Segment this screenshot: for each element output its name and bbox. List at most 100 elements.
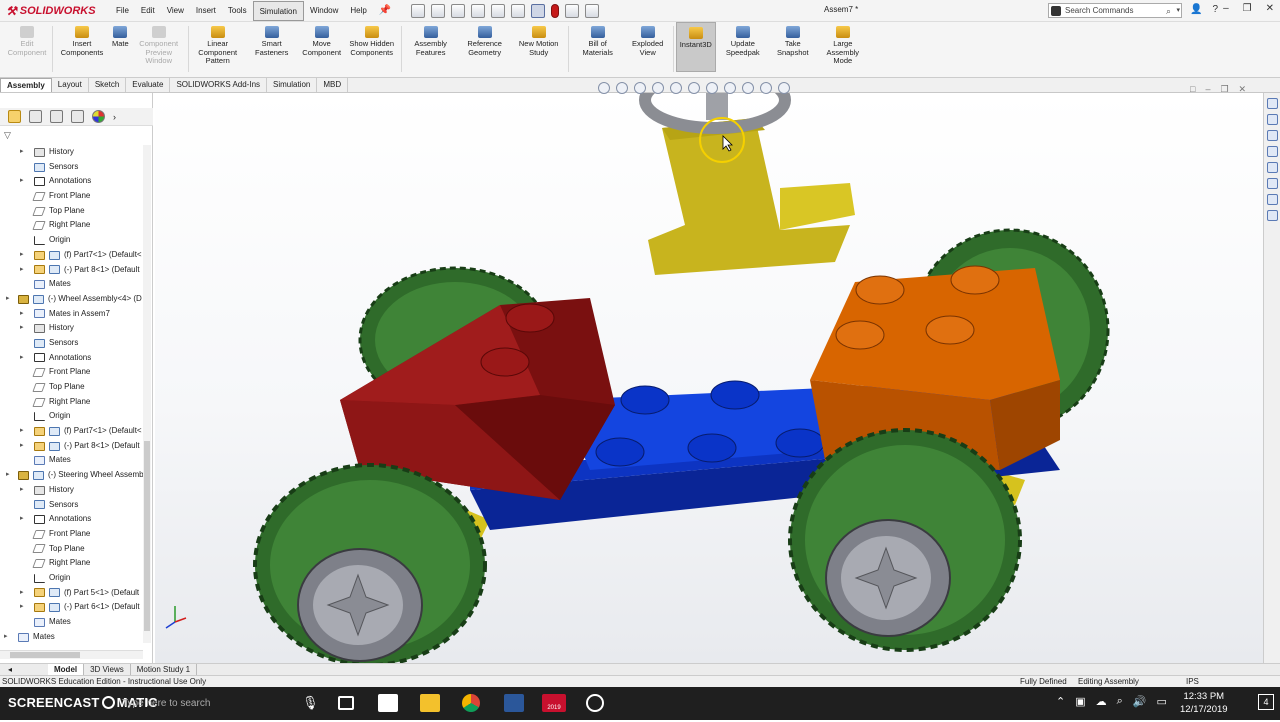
- expand-chevron-icon[interactable]: ▸: [20, 174, 24, 189]
- taskbar-search[interactable]: Type here to search: [100, 691, 360, 716]
- expand-chevron-icon[interactable]: ▸: [20, 145, 24, 160]
- search-icon[interactable]: ⌕: [1166, 6, 1171, 17]
- menu-window[interactable]: Window: [304, 1, 344, 21]
- zoom-to-area-icon[interactable]: [616, 82, 628, 94]
- previous-view-icon[interactable]: [634, 82, 646, 94]
- file-explorer-taskbar-icon[interactable]: [420, 694, 440, 712]
- tree-node[interactable]: ▸ History: [0, 321, 143, 336]
- expand-chevron-icon[interactable]: ▸: [20, 600, 24, 615]
- options-gear-icon[interactable]: [585, 3, 600, 18]
- save-icon[interactable]: [471, 3, 486, 18]
- tree-node[interactable]: ▸ (f) Part7<1> (Default<: [0, 248, 143, 263]
- ribbon-exploded-view-button[interactable]: Exploded View: [625, 22, 671, 57]
- tree-node[interactable]: ▸ History: [0, 483, 143, 498]
- expand-chevron-icon[interactable]: ▸: [20, 439, 24, 454]
- tree-node[interactable]: Right Plane: [0, 395, 143, 410]
- tree-node[interactable]: Top Plane: [0, 542, 143, 557]
- dimxpert-tab-icon[interactable]: [71, 110, 84, 123]
- tree-node[interactable]: Front Plane: [0, 527, 143, 542]
- expand-chevron-icon[interactable]: ▸: [20, 351, 24, 366]
- search-scope-icon[interactable]: [1051, 6, 1061, 16]
- menu-tools[interactable]: Tools: [222, 1, 253, 21]
- filter-icon[interactable]: ▽: [4, 130, 11, 141]
- tree-node[interactable]: ▸ History: [0, 145, 143, 160]
- tab-assembly[interactable]: Assembly: [0, 78, 52, 92]
- viewport-tile-icon[interactable]: □: [1190, 84, 1195, 95]
- microphone-icon[interactable]: 🎙: [302, 695, 319, 711]
- tree-node[interactable]: ▸ Mates in Assem7: [0, 307, 143, 322]
- tree-assembly-node[interactable]: ▸ (-) Wheel Assembly<4> (D: [0, 292, 143, 307]
- tree-node[interactable]: Origin: [0, 409, 143, 424]
- open-icon[interactable]: [451, 3, 466, 18]
- expand-chevron-icon[interactable]: ▸: [20, 263, 24, 278]
- menu-simulation[interactable]: Simulation: [252, 0, 304, 21]
- scroll-thumb[interactable]: [144, 441, 150, 631]
- word-icon[interactable]: [504, 694, 524, 712]
- tree-node[interactable]: ▸ (f) Part7<1> (Default<: [0, 424, 143, 439]
- ribbon-insert-components-button[interactable]: Insert Components: [55, 22, 109, 57]
- chevron-right-icon[interactable]: ›: [113, 112, 116, 122]
- close-icon[interactable]: ✕: [1266, 3, 1274, 14]
- chrome-icon[interactable]: [462, 694, 480, 712]
- tab-scroll-left-icon[interactable]: ◂: [2, 664, 18, 675]
- ribbon-large-assembly-mode-button[interactable]: Large Assembly Mode: [816, 22, 870, 66]
- tree-node[interactable]: Mates: [0, 453, 143, 468]
- solidworks-logo[interactable]: ⚒ SOLIDWORKS: [0, 4, 110, 18]
- file-explorer-icon[interactable]: [1267, 130, 1278, 141]
- search-commands-field[interactable]: Search Commands ⌕ ▾: [1048, 3, 1182, 18]
- edit-appearance-icon[interactable]: [742, 82, 754, 94]
- bottom-tab-model[interactable]: Model: [48, 664, 85, 675]
- tree-node[interactable]: Mates: [0, 277, 143, 292]
- tab-solidworks-add-ins[interactable]: SOLIDWORKS Add-Ins: [170, 78, 268, 92]
- ribbon-new-motion-study-button[interactable]: New Motion Study: [512, 22, 566, 57]
- tab-sketch[interactable]: Sketch: [89, 78, 127, 92]
- chevron-down-icon[interactable]: ▾: [1176, 6, 1180, 14]
- menu-edit[interactable]: Edit: [135, 1, 161, 21]
- menu-help[interactable]: Help: [344, 1, 372, 21]
- notification-center-icon[interactable]: 4: [1258, 694, 1274, 710]
- home-icon[interactable]: [411, 3, 426, 18]
- ribbon-linear-component-pattern-button[interactable]: Linear Component Pattern: [191, 22, 245, 66]
- wheel-front-left[interactable]: [253, 463, 487, 663]
- restore-icon[interactable]: ❐: [1243, 3, 1252, 14]
- tree-node[interactable]: Sensors: [0, 336, 143, 351]
- expand-chevron-icon[interactable]: ▸: [6, 292, 10, 307]
- tree-node[interactable]: ▸ Annotations: [0, 512, 143, 527]
- steering-wheel[interactable]: [639, 93, 791, 134]
- solidworks-resources-icon[interactable]: [1267, 98, 1278, 109]
- tree-node[interactable]: Origin: [0, 571, 143, 586]
- tree-node[interactable]: ▸ (-) Part 8<1> (Default: [0, 439, 143, 454]
- tree-node[interactable]: Mates: [0, 615, 143, 630]
- tray-chevron-up-icon[interactable]: ⌃: [1056, 695, 1065, 708]
- ribbon-bill-of-materials-button[interactable]: Bill of Materials: [571, 22, 625, 57]
- viewport-restore-icon[interactable]: ❐: [1220, 84, 1228, 95]
- mail-icon[interactable]: [378, 694, 398, 712]
- ribbon-update-speedpak-button[interactable]: Update Speedpak: [716, 22, 770, 57]
- expand-chevron-icon[interactable]: ▸: [20, 512, 24, 527]
- pin-icon[interactable]: 📌: [373, 5, 397, 16]
- scroll-thumb-h[interactable]: [10, 652, 80, 658]
- feature-manager-tab-icon[interactable]: [8, 110, 21, 123]
- tab-mbd[interactable]: MBD: [317, 78, 349, 92]
- tree-node[interactable]: Front Plane: [0, 189, 143, 204]
- ribbon-mate-button[interactable]: Mate: [109, 22, 132, 49]
- bottom-tab-3d-views[interactable]: 3D Views: [84, 664, 131, 675]
- expand-chevron-icon[interactable]: ▸: [6, 468, 10, 483]
- volume-icon[interactable]: 🔊: [1133, 695, 1147, 708]
- hide-show-items-icon[interactable]: [724, 82, 736, 94]
- expand-chevron-icon[interactable]: ▸: [4, 630, 8, 643]
- ribbon-move-component-button[interactable]: Move Component: [299, 22, 345, 57]
- assembly-model[interactable]: [155, 93, 1263, 663]
- steering-column[interactable]: [648, 118, 855, 275]
- tree-node[interactable]: Right Plane: [0, 556, 143, 571]
- graphics-area[interactable]: [155, 93, 1263, 663]
- display-manager-tab-icon[interactable]: [92, 110, 105, 123]
- appearances-icon[interactable]: [1267, 162, 1278, 173]
- tab-layout[interactable]: Layout: [52, 78, 89, 92]
- bottom-tab-motion-study-1[interactable]: Motion Study 1: [131, 664, 198, 675]
- expand-chevron-icon[interactable]: ▸: [20, 321, 24, 336]
- tree-node[interactable]: ▸ (-) Part 8<1> (Default: [0, 263, 143, 278]
- tree-node[interactable]: ▸ Annotations: [0, 351, 143, 366]
- tree-node[interactable]: Front Plane: [0, 365, 143, 380]
- tree-node[interactable]: ▸ Mates: [0, 630, 143, 643]
